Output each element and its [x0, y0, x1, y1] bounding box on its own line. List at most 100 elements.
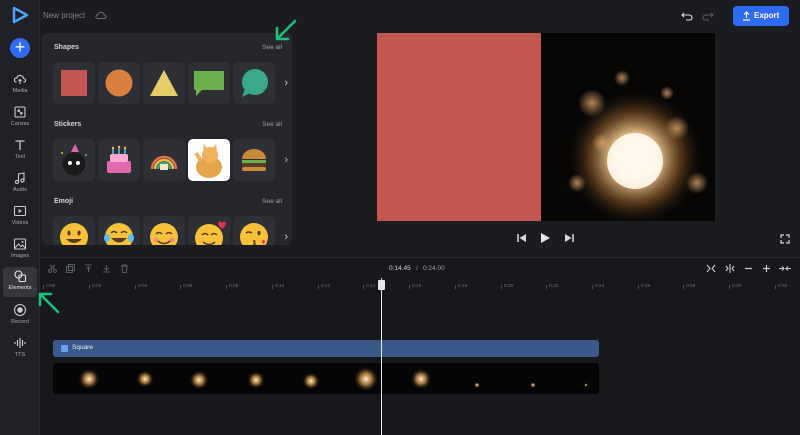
sticker-cat-tile[interactable] — [188, 139, 230, 181]
ruler-tick: 0:30 — [728, 284, 742, 289]
shape-circle-tile[interactable] — [98, 62, 140, 104]
sticker-party-monster-tile[interactable] — [53, 139, 95, 181]
shape-square-tile[interactable] — [53, 62, 95, 104]
rail-item-tts[interactable]: TTS — [3, 334, 37, 364]
cut-icon[interactable] — [48, 264, 57, 273]
ruler-tick: 0:16 — [408, 284, 422, 289]
birthday-cake-sticker-icon — [107, 145, 131, 173]
timeline[interactable]: 0:14.45 / 0:24.00 0:00 0:02 0:04 0:06 0:… — [40, 257, 800, 435]
grinning-face-emoji-icon — [60, 223, 88, 245]
see-all-emoji-link[interactable]: See all — [262, 198, 282, 205]
square-element-layer[interactable] — [377, 33, 541, 221]
video-icon — [13, 205, 27, 217]
cat-sticker-icon — [194, 144, 222, 178]
sticker-burger-tile[interactable] — [233, 139, 275, 181]
rail-item-videos[interactable]: Videos — [3, 202, 37, 232]
rail-item-images[interactable]: Images — [3, 235, 37, 265]
video-thumbnails — [78, 366, 588, 392]
rail-item-audio[interactable]: Audio — [3, 169, 37, 199]
rail-label-media: Media — [12, 88, 28, 94]
split-icon[interactable] — [725, 264, 735, 273]
image-icon — [13, 238, 27, 250]
square-track-label: Square — [72, 344, 93, 351]
rail-item-media[interactable]: Media — [3, 70, 37, 100]
total-time: 0:24.00 — [423, 265, 445, 272]
square-track-icon — [61, 345, 68, 352]
rail-item-record[interactable]: Record — [3, 301, 37, 331]
zoom-out-icon[interactable] — [744, 264, 753, 273]
canvas-resize-icon — [14, 106, 26, 118]
speech-bubble-rect-icon — [194, 71, 224, 96]
rail-label-record: Record — [11, 319, 29, 325]
see-all-stickers-link[interactable]: See all — [262, 121, 282, 128]
emoji-smiling-tile[interactable] — [143, 216, 185, 245]
export-label: Export — [754, 11, 780, 20]
trash-icon[interactable] — [120, 264, 129, 273]
shapes-icon — [14, 270, 27, 283]
shape-speech-round-tile[interactable] — [233, 62, 275, 104]
rail-label-images: Images — [10, 253, 30, 259]
square-shape-icon — [61, 70, 87, 96]
video-clip-track[interactable] — [53, 363, 599, 394]
skip-back-icon[interactable] — [517, 233, 527, 243]
smiling-hearts-emoji-icon — [195, 221, 226, 245]
undo-icon[interactable] — [681, 11, 693, 21]
left-rail: + Media Canvas Text Audio Videos Images … — [0, 0, 40, 435]
section-title-stickers: Stickers — [54, 121, 82, 128]
project-title[interactable]: New project — [43, 11, 85, 20]
sticker-rainbow-house-tile[interactable] — [143, 139, 185, 181]
sticker-birthday-cake-tile[interactable] — [98, 139, 140, 181]
ruler-tick: 0:32 — [774, 284, 788, 289]
play-icon[interactable] — [540, 232, 551, 244]
burger-sticker-icon — [242, 149, 266, 171]
ruler-tick: 0:20 — [500, 284, 514, 289]
tears-of-joy-emoji-icon — [104, 223, 134, 245]
skip-forward-icon[interactable] — [564, 233, 574, 243]
see-all-shapes-link[interactable]: See all — [262, 44, 282, 51]
emoji-tears-of-joy-tile[interactable] — [98, 216, 140, 245]
emoji-grinning-tile[interactable] — [53, 216, 95, 245]
time-separator: / — [416, 265, 418, 272]
emoji-hearts-tile[interactable] — [188, 216, 230, 245]
rail-item-elements[interactable]: Elements — [3, 267, 37, 297]
audio-wave-icon — [14, 338, 26, 348]
export-button[interactable]: Export — [733, 6, 789, 26]
rail-label-audio: Audio — [12, 187, 28, 193]
ruler-tick: 0:12 — [317, 284, 331, 289]
video-preview-canvas[interactable] — [377, 33, 715, 221]
fullscreen-icon[interactable] — [780, 234, 790, 244]
section-title-emoji: Emoji — [54, 198, 74, 205]
stickers-next-chevron-icon[interactable]: › — [284, 154, 288, 166]
kissing-face-emoji-icon — [240, 223, 268, 245]
duplicate-icon[interactable] — [66, 264, 75, 273]
shape-speech-rect-tile[interactable] — [188, 62, 230, 104]
emoji-next-chevron-icon[interactable]: › — [284, 231, 288, 243]
ruler-tick: 0:14 — [362, 284, 376, 289]
ruler-tick: 0:18 — [454, 284, 468, 289]
fit-timeline-icon[interactable] — [706, 264, 716, 273]
emoji-kissing-tile[interactable] — [233, 216, 275, 245]
annotation-arrow-icon — [275, 19, 297, 41]
playhead-handle[interactable] — [378, 280, 385, 290]
zoom-in-icon[interactable] — [762, 264, 771, 273]
rail-label-videos: Videos — [11, 220, 29, 226]
ruler-tick: 0:24 — [591, 284, 605, 289]
app-logo-icon[interactable] — [11, 6, 29, 24]
send-backward-icon[interactable] — [102, 264, 111, 273]
rail-item-canvas[interactable]: Canvas — [3, 103, 37, 133]
bring-forward-icon[interactable] — [84, 264, 93, 273]
square-element-track[interactable]: Square — [53, 340, 599, 357]
ruler-tick: 0:28 — [682, 284, 696, 289]
shapes-next-chevron-icon[interactable]: › — [284, 77, 288, 89]
ruler-tick: 0:08 — [225, 284, 239, 289]
speech-bubble-round-icon — [242, 69, 268, 97]
party-monster-sticker-icon — [61, 144, 87, 177]
add-button[interactable]: + — [10, 38, 30, 58]
timeline-toolbar: 0:14.45 / 0:24.00 — [40, 258, 800, 279]
collapse-timeline-icon[interactable] — [779, 264, 791, 273]
redo-icon[interactable] — [702, 11, 714, 21]
rail-item-text[interactable]: Text — [3, 136, 37, 166]
shape-triangle-tile[interactable] — [143, 62, 185, 104]
playhead-line[interactable] — [381, 278, 382, 435]
timeline-ruler[interactable]: 0:00 0:02 0:04 0:06 0:08 0:10 0:12 0:14 … — [40, 284, 800, 296]
